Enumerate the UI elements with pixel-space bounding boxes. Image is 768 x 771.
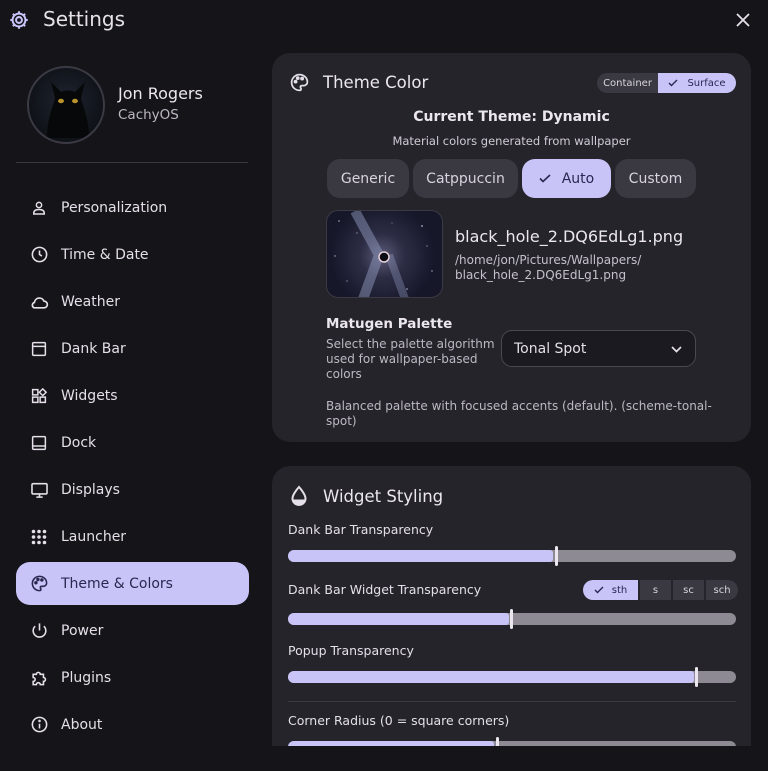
slider-handle[interactable] bbox=[510, 609, 513, 629]
dock-icon bbox=[29, 433, 49, 453]
current-theme-label: Current Theme: Dynamic bbox=[413, 109, 610, 125]
corner-radius-label: Corner Radius (0 = square corners) bbox=[288, 713, 510, 728]
sidebar-item-plugins[interactable]: Plugins bbox=[16, 656, 249, 699]
matugen-selected-value: Tonal Spot bbox=[514, 340, 587, 357]
theme-description: Material colors generated from wallpaper bbox=[392, 134, 631, 148]
gear-icon bbox=[8, 9, 30, 31]
tab-auto[interactable]: Auto bbox=[522, 159, 611, 198]
sidebar-item-power[interactable]: Power bbox=[16, 609, 249, 652]
sidebar-item-launcher[interactable]: Launcher bbox=[16, 515, 249, 558]
surface-toggle: Container Surface bbox=[597, 73, 736, 93]
palette-icon bbox=[289, 72, 310, 93]
widget-mode-group: sth s sc sch bbox=[583, 580, 738, 600]
widget-mode-s[interactable]: s bbox=[640, 580, 671, 600]
slider-fill bbox=[288, 671, 694, 683]
matugen-desc-line3: colors bbox=[326, 367, 362, 381]
slider-fill bbox=[288, 550, 553, 562]
popup-transparency-label: Popup Transparency bbox=[288, 643, 414, 658]
popup-transparency-slider[interactable] bbox=[288, 667, 736, 687]
sidebar-item-label: Time & Date bbox=[61, 246, 149, 263]
slider-handle[interactable] bbox=[695, 667, 698, 687]
sidebar-item-label: Dank Bar bbox=[61, 340, 126, 357]
sidebar-item-displays[interactable]: Displays bbox=[16, 468, 249, 511]
close-icon bbox=[736, 13, 750, 27]
section-divider bbox=[288, 701, 736, 702]
user-name: Jon Rogers bbox=[118, 84, 203, 103]
sidebar-item-label: About bbox=[61, 716, 103, 733]
slider-fill bbox=[288, 613, 509, 625]
matugen-palette-select[interactable]: Tonal Spot bbox=[501, 330, 696, 367]
sidebar-item-dock[interactable]: Dock bbox=[16, 421, 249, 464]
window-title: Settings bbox=[43, 7, 126, 31]
widget-mode-sc[interactable]: sc bbox=[673, 580, 704, 600]
sidebar-item-label: Personalization bbox=[61, 199, 168, 216]
matugen-desc-line1: Select the palette algorithm bbox=[326, 337, 495, 351]
chevron-down-icon bbox=[671, 346, 682, 353]
scroll-clip bbox=[0, 746, 768, 771]
widget-styling-title: Widget Styling bbox=[323, 487, 444, 506]
sidebar-item-label: Theme & Colors bbox=[61, 575, 173, 592]
widget-transparency-slider[interactable] bbox=[288, 609, 736, 629]
widget-mode-sth[interactable]: sth bbox=[583, 580, 638, 600]
monitor-icon bbox=[29, 480, 49, 500]
person-icon bbox=[29, 198, 49, 218]
sidebar-item-widgets[interactable]: Widgets bbox=[16, 374, 249, 417]
close-button[interactable] bbox=[733, 10, 753, 30]
user-os: CachyOS bbox=[118, 107, 179, 123]
sidebar-item-label: Plugins bbox=[61, 669, 112, 686]
sidebar-item-label: Dock bbox=[61, 434, 97, 451]
wallpaper-path-line1: /home/jon/Pictures/Wallpapers/ bbox=[455, 253, 642, 267]
widget-transparency-label: Dank Bar Widget Transparency bbox=[288, 582, 482, 597]
cloud-icon bbox=[29, 292, 49, 312]
widget-mode-sch[interactable]: sch bbox=[706, 580, 738, 600]
dank-bar-transparency-label: Dank Bar Transparency bbox=[288, 522, 434, 537]
matugen-title: Matugen Palette bbox=[326, 316, 453, 332]
sidebar-divider bbox=[16, 162, 248, 163]
tab-catppuccin[interactable]: Catppuccin bbox=[413, 159, 518, 198]
puzzle-icon bbox=[29, 668, 49, 688]
sidebar-item-about[interactable]: About bbox=[16, 703, 249, 746]
surface-toggle-selected[interactable]: Surface bbox=[658, 73, 736, 93]
info-icon bbox=[29, 715, 49, 735]
slider-handle[interactable] bbox=[555, 546, 558, 566]
wallpaper-path-line2: black_hole_2.DQ6EdLg1.png bbox=[455, 268, 627, 282]
sidebar-item-personalization[interactable]: Personalization bbox=[16, 186, 249, 229]
wallpaper-filename: black_hole_2.DQ6EdLg1.png bbox=[455, 227, 684, 246]
matugen-desc-line2: used for wallpaper-based bbox=[326, 352, 478, 366]
sidebar-item-label: Launcher bbox=[61, 528, 127, 545]
sidebar-item-label: Displays bbox=[61, 481, 120, 498]
sidebar-item-label: Widgets bbox=[61, 387, 118, 404]
sidebar-item-time-date[interactable]: Time & Date bbox=[16, 233, 249, 276]
avatar bbox=[27, 66, 105, 144]
matugen-note-line2: spot) bbox=[326, 414, 357, 428]
matugen-note-line1: Balanced palette with focused accents (d… bbox=[326, 399, 712, 413]
check-icon bbox=[594, 586, 604, 594]
theme-color-title: Theme Color bbox=[323, 73, 429, 92]
dank-bar-transparency-slider[interactable] bbox=[288, 546, 736, 566]
sidebar-item-theme-colors[interactable]: Theme & Colors bbox=[16, 562, 249, 605]
sidebar-item-dank-bar[interactable]: Dank Bar bbox=[16, 327, 249, 370]
apps-grid-icon bbox=[29, 527, 49, 547]
check-icon bbox=[539, 174, 551, 183]
drop-icon bbox=[289, 485, 309, 507]
clock-icon bbox=[29, 245, 49, 265]
wallpaper-thumbnail[interactable] bbox=[326, 210, 443, 298]
container-toggle[interactable]: Container bbox=[597, 73, 658, 93]
tab-custom[interactable]: Custom bbox=[615, 159, 696, 198]
sidebar-item-weather[interactable]: Weather bbox=[16, 280, 249, 323]
power-icon bbox=[29, 621, 49, 641]
palette-icon bbox=[29, 574, 49, 594]
check-icon bbox=[668, 79, 678, 87]
widgets-icon bbox=[29, 386, 49, 406]
sidebar-item-label: Power bbox=[61, 622, 104, 639]
window-icon bbox=[29, 339, 49, 359]
tab-generic[interactable]: Generic bbox=[327, 159, 409, 198]
sidebar-item-label: Weather bbox=[61, 293, 120, 310]
